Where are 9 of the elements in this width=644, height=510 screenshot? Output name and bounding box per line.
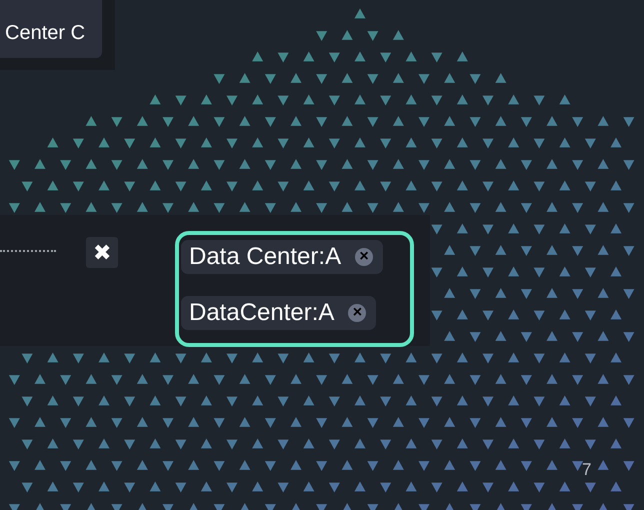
page-number: 7 [582,459,592,481]
tag[interactable]: Data Center:A × [181,240,384,274]
remove-tag-button[interactable]: × [355,248,374,266]
menu-item[interactable]: Center C [0,0,102,58]
tag[interactable]: DataCenter:A × [181,296,376,330]
close-button[interactable]: ✖ [86,237,118,268]
tag-label: DataCenter:A [189,298,334,328]
remove-tag-button[interactable]: × [348,304,366,322]
tag-label: Data Center:A [189,242,342,272]
